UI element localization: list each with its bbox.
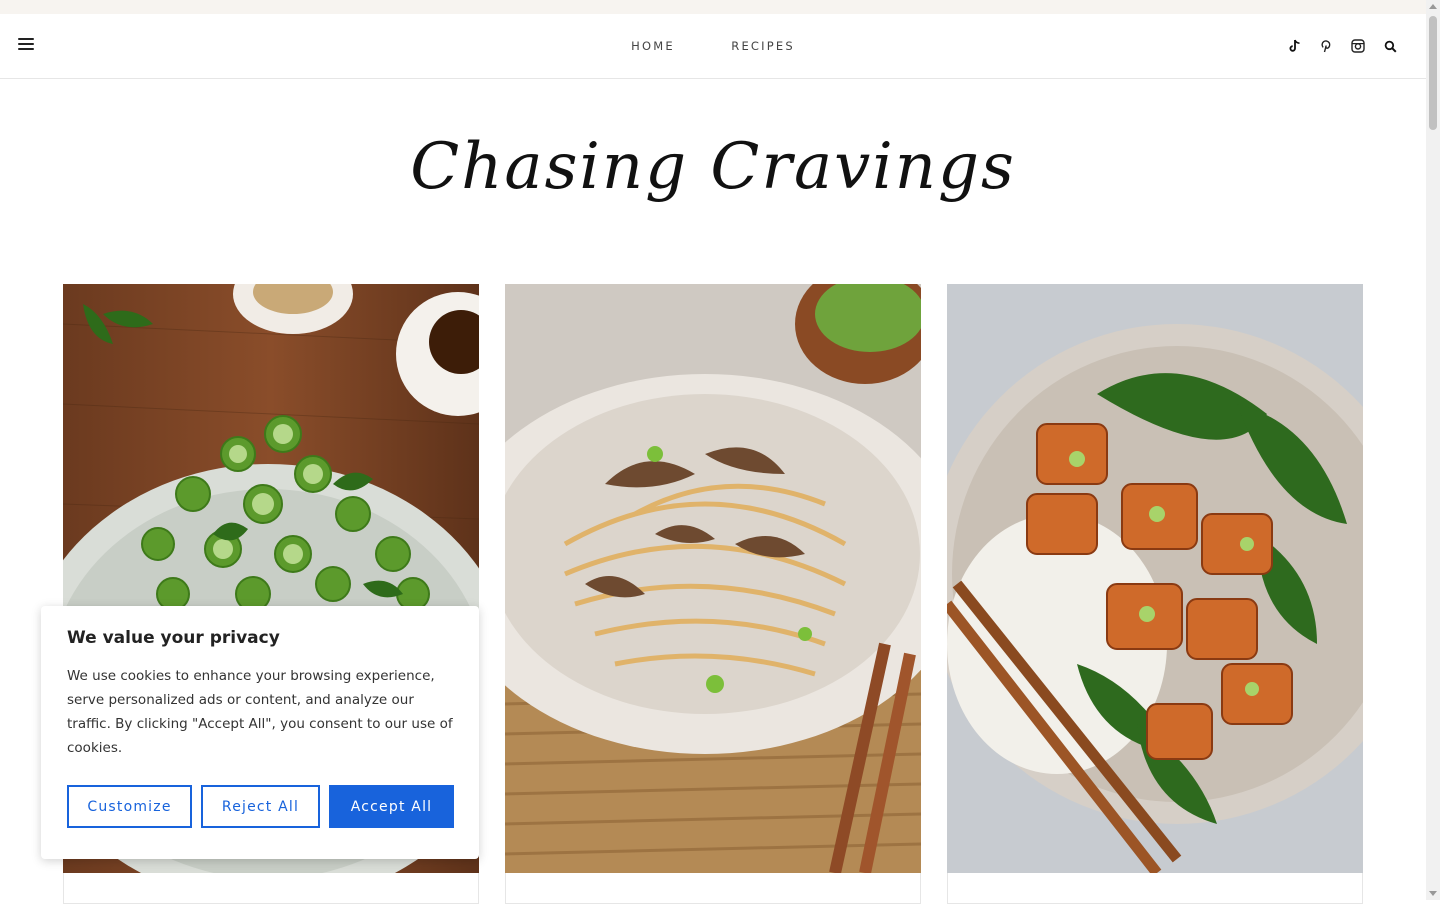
pinterest-icon[interactable]	[1318, 38, 1334, 54]
cookie-banner-title: We value your privacy	[67, 628, 280, 648]
scroll-up-arrow-icon[interactable]	[1429, 4, 1437, 9]
top-strip	[0, 0, 1426, 14]
social-icons	[1286, 36, 1398, 56]
cookie-banner-body: We use cookies to enhance your browsing …	[67, 668, 453, 756]
site-logo[interactable]: Chasing Cravings	[0, 130, 1426, 204]
reject-all-button[interactable]: Reject All	[201, 785, 320, 828]
customize-button[interactable]: Customize	[67, 785, 192, 828]
scrollbar-thumb[interactable]	[1429, 16, 1437, 130]
cookie-consent-banner: We value your privacy We use cookies to …	[41, 606, 479, 859]
hamburger-menu-icon[interactable]	[18, 38, 34, 52]
accept-all-button[interactable]: Accept All	[329, 785, 454, 828]
cookie-banner-actions: Customize Reject All Accept All	[67, 785, 454, 828]
salmon-rice-bowl-photo[interactable]	[947, 284, 1363, 873]
instagram-icon[interactable]	[1350, 38, 1366, 54]
main-nav: HOME RECIPES	[0, 14, 1426, 78]
site-header: HOME RECIPES	[0, 14, 1426, 79]
mushroom-noodles-photo[interactable]	[505, 284, 921, 873]
tiktok-icon[interactable]	[1286, 38, 1302, 54]
recipe-card[interactable]	[505, 284, 921, 904]
page-scrollbar[interactable]	[1426, 0, 1440, 900]
search-icon[interactable]	[1382, 38, 1398, 54]
recipe-card[interactable]	[947, 284, 1363, 904]
nav-recipes-link[interactable]: RECIPES	[731, 14, 795, 78]
scroll-down-arrow-icon[interactable]	[1429, 891, 1437, 896]
nav-home-link[interactable]: HOME	[631, 14, 675, 78]
